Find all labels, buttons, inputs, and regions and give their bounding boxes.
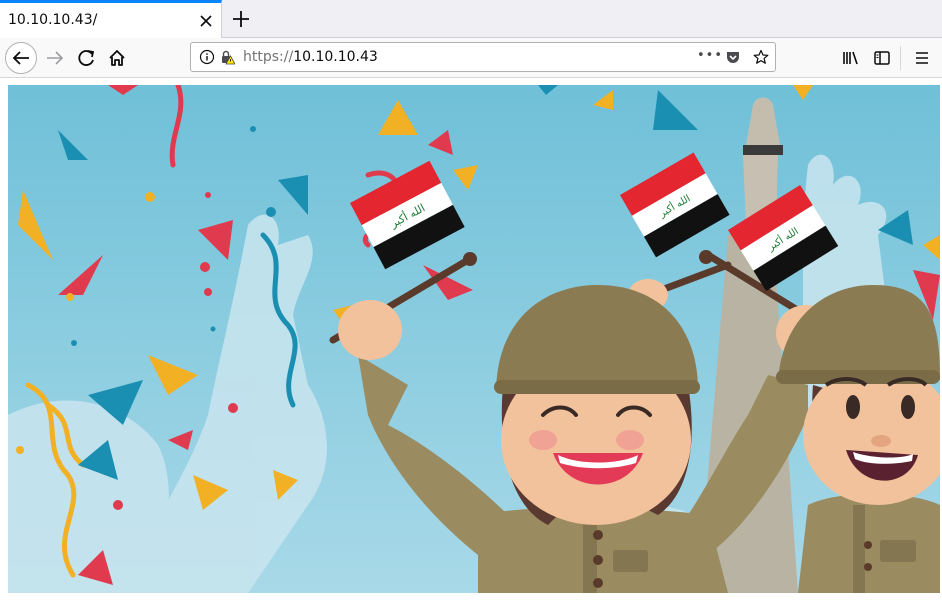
plus-icon[interactable] (229, 7, 253, 31)
navigation-toolbar: https://10.10.10.43 ••• (0, 38, 942, 78)
lock-warning-icon[interactable] (219, 49, 235, 65)
hamburger-menu-icon[interactable] (907, 43, 937, 73)
reload-icon[interactable] (71, 43, 101, 73)
library-icon[interactable] (836, 43, 866, 73)
star-icon[interactable] (753, 49, 769, 65)
pocket-icon[interactable] (725, 49, 741, 65)
back-arrow-icon[interactable] (4, 41, 38, 75)
address-bar[interactable]: https://10.10.10.43 ••• (190, 42, 776, 72)
page-actions-icon[interactable]: ••• (697, 48, 723, 63)
url-text: https://10.10.10.43 (243, 49, 378, 65)
active-tab[interactable]: 10.10.10.43/ (0, 0, 222, 38)
home-icon[interactable] (102, 43, 132, 73)
tab-strip: 10.10.10.43/ (0, 0, 942, 38)
toolbar-divider (900, 46, 901, 70)
url-host: 10.10.10.43 (293, 49, 378, 65)
close-icon[interactable] (196, 11, 216, 31)
sidebar-icon[interactable] (867, 43, 897, 73)
celebration-illustration: الله أكبر الله أكبر الله أكبر (8, 85, 940, 593)
tab-title: 10.10.10.43/ (8, 12, 98, 28)
page-content: الله أكبر الله أكبر الله أكبر (8, 85, 940, 593)
info-icon[interactable] (199, 49, 215, 65)
forward-arrow-icon[interactable] (40, 43, 70, 73)
url-scheme: https:// (243, 49, 294, 65)
